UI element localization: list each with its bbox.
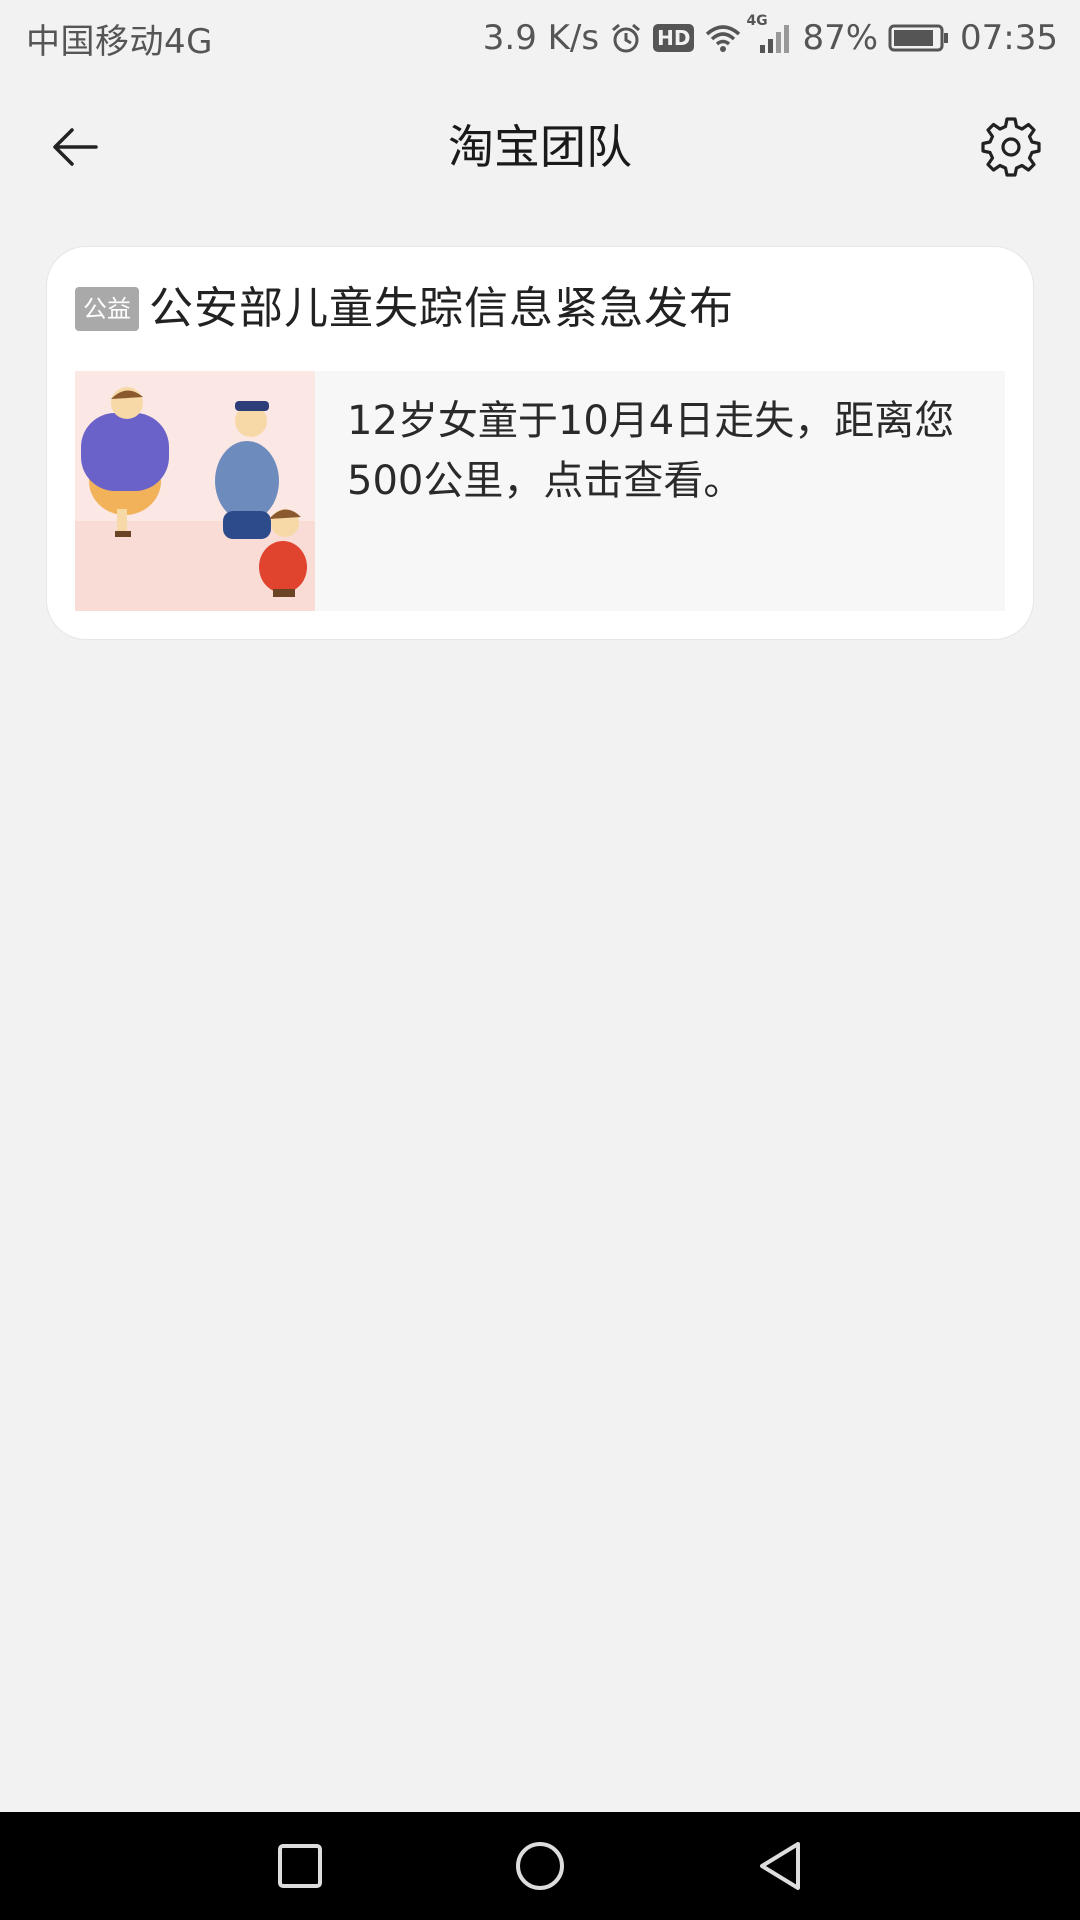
net-speed: 3.9 K/s [482, 18, 600, 58]
settings-button[interactable] [976, 112, 1046, 182]
child-figure [259, 541, 307, 593]
wifi-icon [704, 22, 742, 54]
card-title: 公安部儿童失踪信息紧急发布 [149, 283, 734, 334]
battery-icon [888, 23, 950, 53]
police-figure [215, 441, 279, 521]
signal-type-label: 4G [746, 13, 768, 29]
back-triangle-icon [760, 1842, 800, 1890]
recent-apps-icon [278, 1844, 322, 1888]
card-body[interactable]: 12岁女童于10月4日走失，距离您500公里，点击查看。 [75, 371, 1005, 611]
gear-icon [981, 117, 1041, 177]
category-tag: 公益 [75, 287, 139, 331]
carrier-label: 中国移动4G [26, 21, 213, 62]
hd-icon: HD [653, 24, 695, 52]
screen: 中国移动4G 3.9 K/s HD 4G 87% 07:35 淘宝团队 公益 公… [0, 0, 1080, 1920]
alarm-icon [609, 21, 643, 55]
message-card[interactable]: 公益 公安部儿童失踪信息紧急发布 12岁女童于10月4日走失，距离您500公里，… [46, 246, 1034, 640]
clock: 07:35 [960, 18, 1058, 58]
card-header: 公益 公安部儿童失踪信息紧急发布 [75, 281, 734, 337]
recent-apps-button[interactable] [276, 1842, 324, 1890]
system-nav-bar [0, 1812, 1080, 1920]
home-button[interactable] [514, 1840, 566, 1892]
page-title: 淘宝团队 [448, 120, 632, 174]
header-bar: 淘宝团队 [0, 92, 1080, 202]
battery-percent: 87% [802, 18, 879, 58]
status-bar: 中国移动4G 3.9 K/s HD 4G 87% 07:35 [0, 0, 1080, 76]
home-icon [516, 1842, 564, 1890]
signal-icon: 4G [746, 13, 792, 55]
illustration-thumbnail [75, 371, 315, 611]
status-indicators: 3.9 K/s HD 4G 87% 07:35 [482, 13, 1058, 58]
nav-back-button[interactable] [756, 1840, 804, 1892]
card-description: 12岁女童于10月4日走失，距离您500公里，点击查看。 [347, 398, 955, 504]
